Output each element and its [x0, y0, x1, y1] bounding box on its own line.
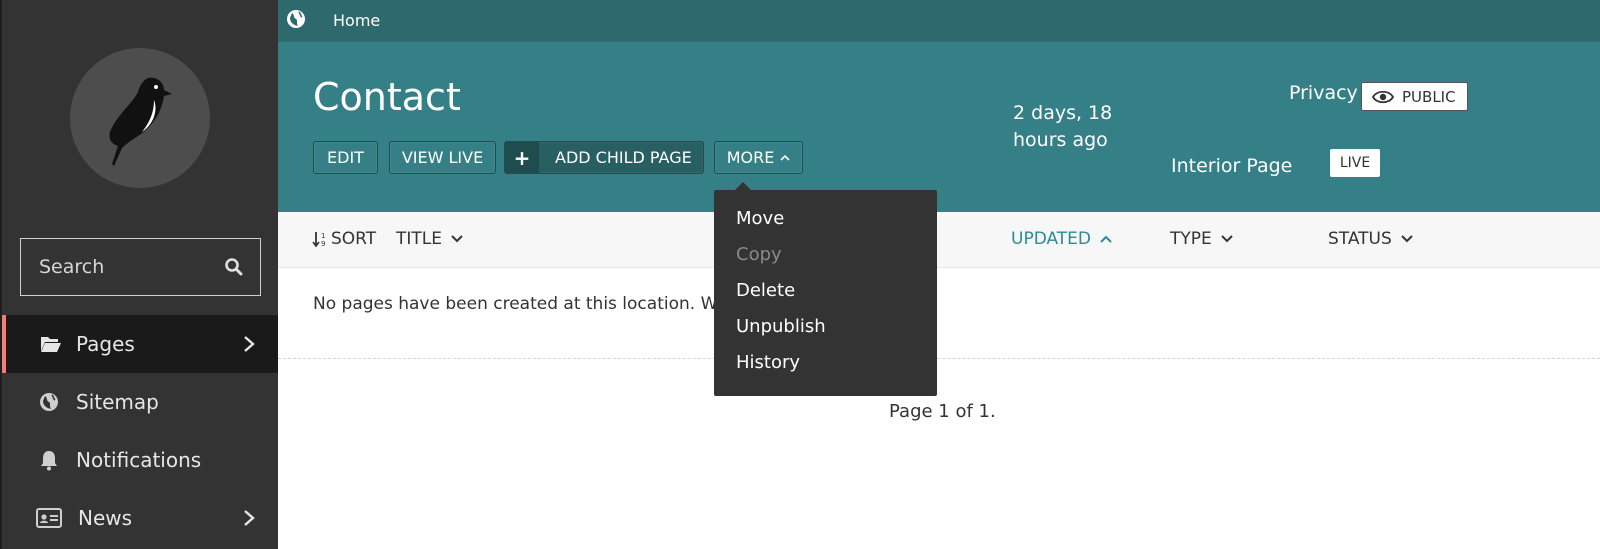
pagination: Page 1 of 1.: [889, 401, 996, 422]
add-child-page-label: ADD CHILD PAGE: [555, 148, 692, 167]
column-updated[interactable]: UPDATED: [1011, 229, 1113, 249]
page-header: Contact EDIT VIEW LIVE + ADD CHILD PAGE …: [278, 42, 1600, 212]
sidebar-item-label: News: [78, 506, 133, 530]
more-dropdown-menu: Move Copy Delete Unpublish History: [714, 182, 937, 396]
edit-button-label: EDIT: [327, 148, 364, 167]
add-child-page-button[interactable]: + ADD CHILD PAGE: [504, 141, 704, 174]
privacy-button[interactable]: PUBLIC: [1361, 82, 1468, 111]
menu-item-copy[interactable]: Copy: [736, 244, 782, 265]
search-input[interactable]: Search: [39, 256, 104, 278]
search-icon[interactable]: [224, 257, 246, 279]
menu-item-unpublish[interactable]: Unpublish: [736, 316, 826, 337]
page-title: Contact: [313, 75, 461, 119]
sidebar: Search Pages Sitemap Notifications News: [0, 0, 278, 549]
breadcrumb-home-link[interactable]: Home: [333, 11, 380, 30]
sidebar-item-notifications[interactable]: Notifications: [2, 431, 278, 489]
column-updated-label: UPDATED: [1011, 229, 1092, 249]
chevron-up-icon: [1099, 234, 1113, 244]
eye-icon: [1372, 90, 1394, 104]
listing-header: 19 SORT TITLE UPDATED TYPE STATUS: [278, 212, 1600, 268]
globe-icon[interactable]: [286, 9, 306, 29]
bird-logo-icon: [109, 77, 172, 166]
chevron-down-icon: [450, 234, 464, 244]
sort-label: SORT: [331, 229, 377, 249]
globe-icon: [38, 391, 60, 413]
page-type: Interior Page: [1171, 155, 1293, 177]
status-badge[interactable]: LIVE: [1330, 149, 1380, 177]
sort-order-icon: 19: [312, 230, 328, 248]
column-type-label: TYPE: [1170, 229, 1212, 249]
search-box[interactable]: Search: [20, 238, 261, 296]
sort-toggle[interactable]: 19 SORT: [312, 229, 376, 249]
plus-icon: +: [505, 142, 539, 173]
breadcrumb: Home: [278, 0, 1600, 42]
svg-text:9: 9: [321, 240, 325, 248]
sidebar-item-label: Pages: [76, 332, 135, 356]
menu-item-move[interactable]: Move: [736, 208, 784, 229]
sidebar-item-news[interactable]: News: [2, 489, 278, 547]
sidebar-item-pages[interactable]: Pages: [2, 315, 278, 373]
column-title-label: TITLE: [396, 229, 442, 249]
bell-icon: [38, 449, 60, 471]
chevron-up-icon: [780, 154, 790, 162]
chevron-down-icon: [1220, 234, 1234, 244]
chevron-right-icon: [242, 334, 260, 354]
more-button-label: MORE: [726, 148, 775, 167]
svg-text:1: 1: [321, 232, 325, 240]
edit-button[interactable]: EDIT: [313, 141, 378, 174]
privacy-value: PUBLIC: [1402, 87, 1456, 106]
view-live-button[interactable]: VIEW LIVE: [389, 141, 496, 174]
view-live-button-label: VIEW LIVE: [401, 148, 484, 167]
column-type[interactable]: TYPE: [1170, 229, 1234, 249]
wagtail-logo[interactable]: [70, 48, 210, 188]
menu-item-delete[interactable]: Delete: [736, 280, 795, 301]
more-button[interactable]: MORE: [714, 141, 803, 174]
last-updated: 2 days, 18 hours ago: [1013, 102, 1113, 151]
listing-divider: [278, 358, 1600, 359]
empty-listing-message: No pages have been created at this locat…: [313, 294, 729, 314]
id-card-icon: [36, 507, 62, 529]
chevron-right-icon: [242, 508, 260, 528]
sidebar-item-label: Notifications: [76, 448, 202, 472]
column-status-label: STATUS: [1328, 229, 1392, 249]
privacy-label: Privacy: [1289, 82, 1358, 104]
sidebar-item-label: Sitemap: [76, 390, 159, 414]
column-status[interactable]: STATUS: [1328, 229, 1414, 249]
menu-item-history[interactable]: History: [736, 352, 800, 373]
column-title[interactable]: TITLE: [396, 229, 464, 249]
chevron-down-icon: [1400, 234, 1414, 244]
folder-open-icon: [40, 333, 62, 355]
sidebar-item-sitemap[interactable]: Sitemap: [2, 373, 278, 431]
